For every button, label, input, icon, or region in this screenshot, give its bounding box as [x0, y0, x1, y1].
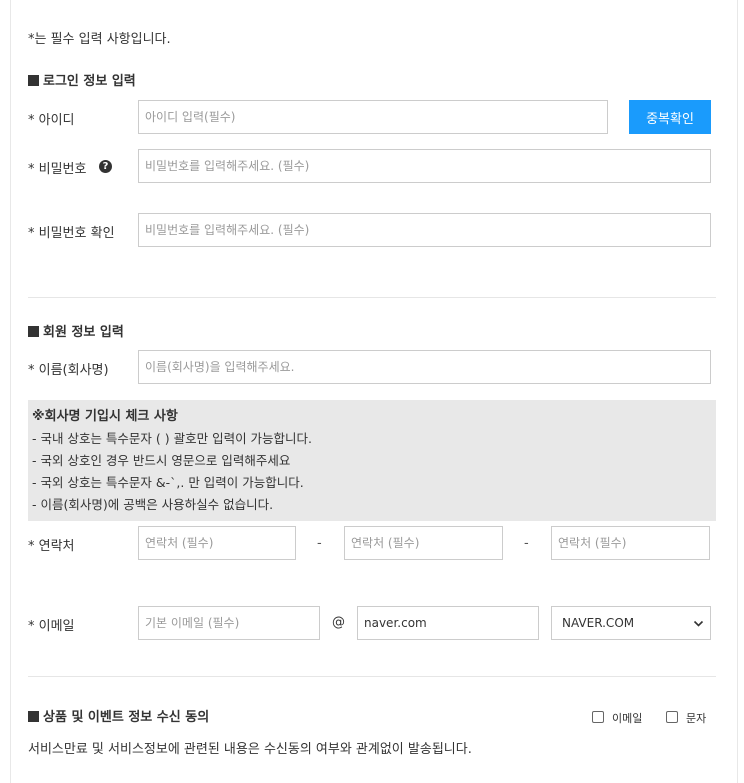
- section-square-icon: [28, 75, 39, 86]
- question-circle-icon[interactable]: ?: [99, 160, 112, 173]
- password-input[interactable]: [138, 149, 711, 183]
- duplicate-check-button[interactable]: 중복확인: [629, 100, 711, 134]
- login-section-title-text: 로그인 정보 입력: [43, 74, 136, 89]
- sms-consent-label: 문자: [686, 712, 707, 725]
- chevron-down-icon: [693, 620, 704, 627]
- email-at-sign: @: [332, 615, 345, 630]
- name-label: * 이름(회사명): [28, 363, 109, 378]
- notice-line: - 국외 상호는 특수문자 &-`,. 만 입력이 가능합니다.: [32, 475, 304, 490]
- phone-input-2[interactable]: [344, 526, 503, 560]
- password-confirm-label: * 비밀번호 확인: [28, 226, 115, 241]
- required-note: *는 필수 입력 사항입니다.: [28, 32, 171, 47]
- member-section-title-text: 회원 정보 입력: [43, 325, 124, 340]
- sms-consent-checkbox[interactable]: [666, 711, 678, 723]
- phone-separator: -: [524, 536, 529, 551]
- consent-section-title-text: 상품 및 이벤트 정보 수신 동의: [43, 710, 210, 725]
- member-section-title: 회원 정보 입력: [28, 321, 124, 340]
- notice-line: - 국외 상호인 경우 반드시 영문으로 입력해주세요: [32, 453, 291, 468]
- password-label: * 비밀번호: [28, 162, 87, 177]
- consent-description: 서비스만료 및 서비스정보에 관련된 내용은 수신동의 여부와 관계없이 발송됩…: [28, 742, 472, 757]
- id-label: * 아이디: [28, 113, 75, 128]
- section-divider: [28, 297, 716, 298]
- company-name-notice: ※회사명 기입시 체크 사항 - 국내 상호는 특수문자 ( ) 괄호만 입력이…: [28, 400, 716, 521]
- email-id-input[interactable]: [138, 606, 320, 640]
- phone-input-1[interactable]: [138, 526, 296, 560]
- consent-section-title: 상품 및 이벤트 정보 수신 동의: [28, 706, 209, 725]
- email-domain-select[interactable]: NAVER.COM: [551, 606, 711, 640]
- phone-separator: -: [317, 536, 322, 551]
- email-domain-input[interactable]: [357, 606, 539, 640]
- id-input[interactable]: [138, 100, 608, 134]
- section-square-icon: [28, 326, 39, 337]
- phone-label: * 연락처: [28, 539, 75, 554]
- login-section-title: 로그인 정보 입력: [28, 70, 136, 89]
- section-divider: [28, 676, 716, 677]
- name-input[interactable]: [138, 350, 711, 384]
- password-confirm-input[interactable]: [138, 213, 711, 247]
- notice-line: - 이름(회사명)에 공백은 사용하실수 없습니다.: [32, 497, 274, 512]
- notice-title: ※회사명 기입시 체크 사항: [32, 409, 178, 424]
- phone-input-3[interactable]: [551, 526, 710, 560]
- notice-line: - 국내 상호는 특수문자 ( ) 괄호만 입력이 가능합니다.: [32, 431, 313, 446]
- email-consent-label: 이메일: [612, 712, 643, 725]
- email-consent-checkbox[interactable]: [592, 711, 604, 723]
- email-domain-select-value: NAVER.COM: [562, 616, 635, 630]
- section-square-icon: [28, 711, 39, 722]
- email-label: * 이메일: [28, 619, 75, 634]
